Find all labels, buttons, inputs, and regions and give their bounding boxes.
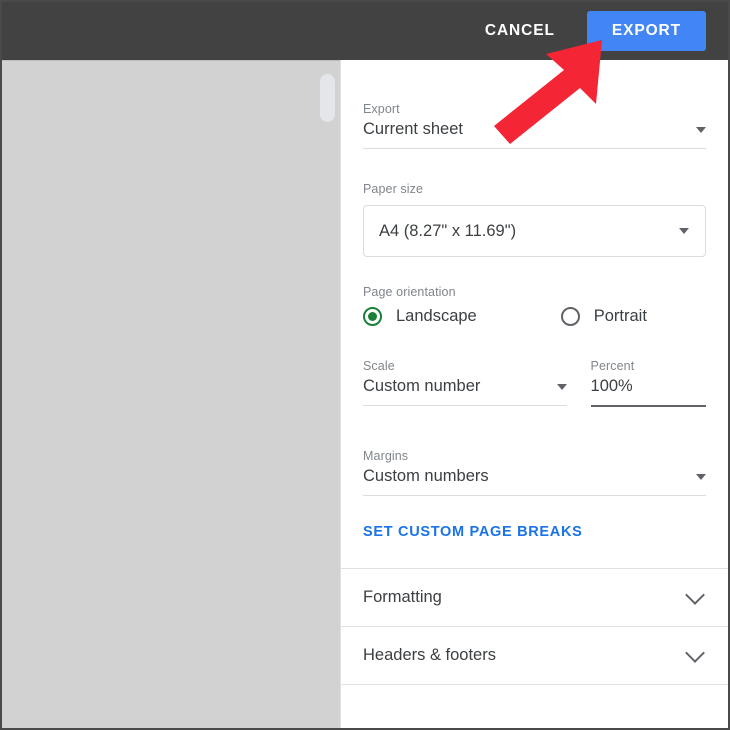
export-field-group: Export Current sheet bbox=[341, 60, 728, 149]
scale-percent-row: Scale Custom number Percent 100% bbox=[341, 328, 728, 407]
radio-landscape-label: Landscape bbox=[396, 307, 477, 325]
accordion-headers-footers-label: Headers & footers bbox=[363, 646, 496, 664]
accordion-formatting-label: Formatting bbox=[363, 588, 442, 606]
radio-portrait-label: Portrait bbox=[593, 307, 647, 325]
cancel-button[interactable]: CANCEL bbox=[471, 13, 569, 49]
page-orientation-radio-group: Landscape Portrait bbox=[363, 307, 706, 326]
accordion-headers-footers[interactable]: Headers & footers bbox=[341, 627, 728, 684]
scale-field-label: Scale bbox=[363, 359, 395, 373]
export-button[interactable]: EXPORT bbox=[586, 11, 706, 51]
radio-unselected-icon bbox=[560, 307, 580, 326]
accordion-formatting[interactable]: Formatting bbox=[341, 569, 728, 626]
chevron-down-icon bbox=[556, 383, 567, 390]
scale-field-group: Scale Custom number bbox=[363, 359, 567, 407]
section-divider bbox=[341, 684, 728, 685]
chevron-down-icon bbox=[696, 126, 706, 133]
radio-portrait[interactable]: Portrait bbox=[560, 307, 647, 326]
radio-selected-icon bbox=[363, 307, 382, 326]
export-settings-panel: Export Current sheet Paper size A4 (8.27… bbox=[340, 60, 728, 728]
percent-field-label: Percent bbox=[590, 359, 635, 373]
export-dialog-screen: CANCEL EXPORT Export Current sheet Paper… bbox=[0, 0, 730, 730]
document-preview-pane[interactable] bbox=[2, 60, 340, 728]
chevron-down-icon bbox=[685, 642, 705, 663]
export-select[interactable]: Current sheet bbox=[363, 120, 706, 149]
radio-dot bbox=[368, 312, 377, 321]
export-select-value: Current sheet bbox=[363, 120, 463, 138]
page-breaks-row: SET CUSTOM PAGE BREAKS bbox=[341, 496, 728, 568]
paper-size-field-label: Paper size bbox=[363, 182, 424, 196]
chevron-down-icon bbox=[685, 584, 705, 605]
scale-select-value: Custom number bbox=[363, 377, 481, 395]
paper-size-select[interactable]: A4 (8.27" x 11.69") bbox=[363, 205, 706, 257]
paper-size-field-group: Paper size A4 (8.27" x 11.69") bbox=[341, 149, 728, 257]
paper-size-select-value: A4 (8.27" x 11.69") bbox=[379, 221, 517, 240]
chevron-down-icon bbox=[696, 473, 706, 480]
page-orientation-field-group: Page orientation Landscape Portrait bbox=[341, 257, 728, 326]
margins-select-value: Custom numbers bbox=[363, 467, 489, 485]
scale-select[interactable]: Custom number bbox=[363, 377, 567, 406]
chevron-down-icon bbox=[679, 228, 689, 234]
margins-field-label: Margins bbox=[363, 449, 409, 463]
percent-input[interactable]: 100% bbox=[590, 377, 706, 407]
margins-field-group: Margins Custom numbers bbox=[341, 407, 728, 496]
margins-select[interactable]: Custom numbers bbox=[363, 467, 706, 496]
percent-field-group: Percent 100% bbox=[590, 359, 706, 407]
page-orientation-label: Page orientation bbox=[363, 285, 456, 299]
export-field-label: Export bbox=[363, 102, 400, 116]
dialog-toolbar: CANCEL EXPORT bbox=[2, 2, 728, 60]
radio-landscape[interactable]: Landscape bbox=[363, 307, 477, 326]
vertical-scrollbar[interactable] bbox=[320, 61, 338, 728]
set-custom-page-breaks-link[interactable]: SET CUSTOM PAGE BREAKS bbox=[363, 524, 583, 540]
scrollbar-thumb[interactable] bbox=[320, 74, 335, 122]
